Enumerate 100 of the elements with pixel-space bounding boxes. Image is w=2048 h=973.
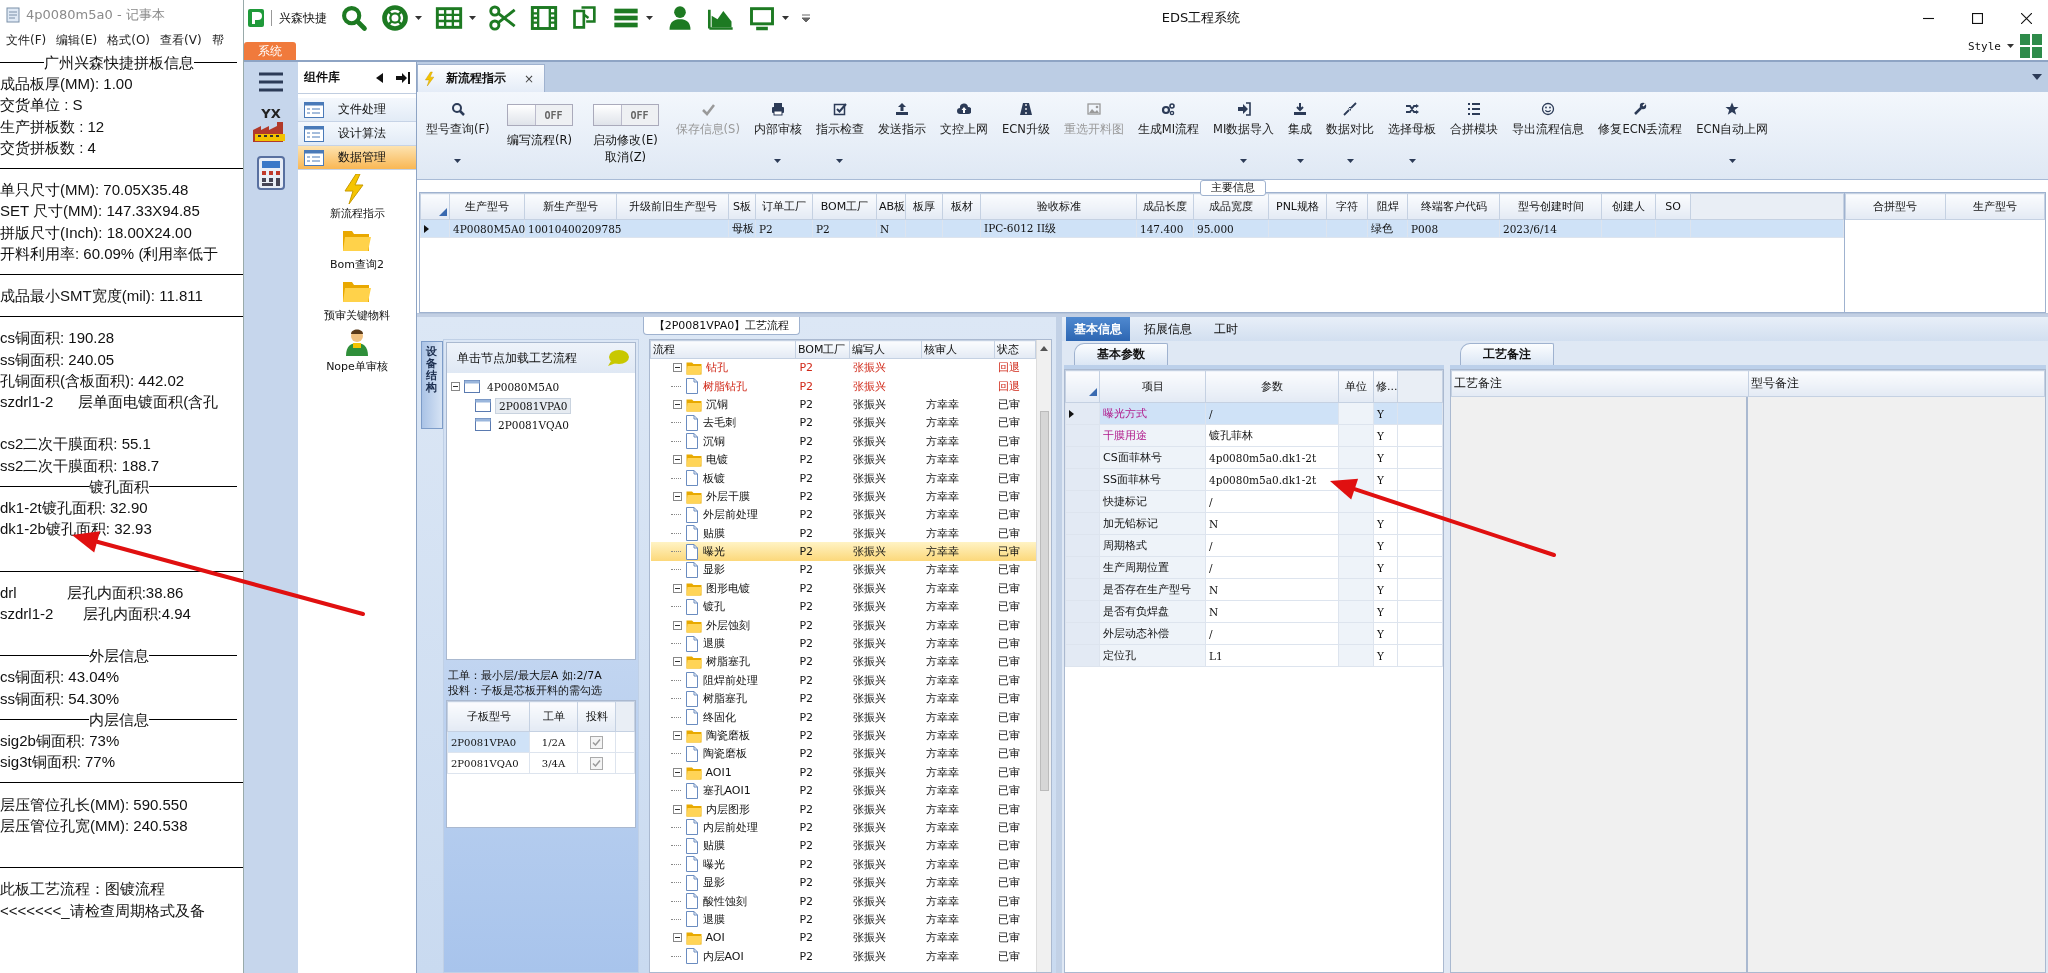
caret-icon[interactable] [1346, 159, 1354, 163]
category-item[interactable]: 数据管理 [298, 146, 416, 170]
maximize-icon[interactable] [1972, 12, 1983, 24]
flow-row[interactable]: 显影 P2 张振兴 方幸幸 已审 [650, 560, 1036, 580]
table-row[interactable]: SS面菲林号 4p0080m5a0.dk1-2t Y [1065, 468, 1443, 491]
collapse-box-icon[interactable] [672, 767, 682, 777]
close-tab-button[interactable]: × [524, 71, 535, 86]
ribbon-button[interactable]: 数据对比 [1319, 100, 1382, 165]
flow-row[interactable]: 陶瓷磨板 P2 张振兴 方幸幸 已审 [650, 744, 1036, 764]
flow-row[interactable]: 电镀 P2 张振兴 方幸幸 已审 [650, 450, 1036, 469]
column-header[interactable]: 修... [1373, 370, 1398, 403]
caret-icon[interactable] [836, 159, 844, 163]
caret-icon[interactable] [646, 16, 653, 20]
toggle-label[interactable]: 编写流程(R) [507, 132, 573, 149]
column-header[interactable]: 核审人 [921, 340, 995, 359]
ribbon-button[interactable]: 文控上网 [932, 100, 995, 139]
flow-row[interactable]: 贴膜 P2 张振兴 方幸幸 已审 [650, 836, 1036, 856]
menu-item[interactable]: 格式(O) [107, 31, 151, 49]
ribbon-button[interactable]: MI数据导入 [1206, 100, 1282, 165]
flow-row[interactable]: 内层前处理 P2 张振兴 方幸幸 已审 [650, 818, 1036, 837]
ribbon-button[interactable]: 型号查询(F) [419, 100, 497, 165]
caret-icon[interactable] [2007, 44, 2014, 48]
column-header[interactable]: 生产型号 [1945, 193, 2045, 220]
flow-row[interactable]: AOI1 P2 张振兴 方幸幸 已审 [650, 763, 1036, 782]
column-header[interactable]: S板 [728, 193, 756, 220]
column-header[interactable]: 状态 [994, 340, 1036, 359]
ribbon-menu-caret-icon[interactable] [2032, 74, 2042, 80]
ribbon-button[interactable]: ECN升级 [994, 100, 1057, 139]
ribbon-button[interactable]: 指示检查 [808, 100, 871, 165]
table-row[interactable]: 是否存在生产型号 N Y [1065, 578, 1443, 601]
lifebuoy-icon[interactable] [381, 4, 409, 32]
caret-icon[interactable] [454, 159, 462, 163]
checkbox[interactable] [590, 756, 603, 770]
flow-row[interactable]: 塞孔AOI1 P2 张振兴 方幸幸 已审 [650, 781, 1036, 800]
ribbon-button[interactable]: 生成MI流程 [1130, 100, 1207, 139]
menu-item[interactable]: 查看(V) [160, 31, 202, 49]
column-header[interactable]: 型号备注 [1748, 370, 2045, 397]
ribbon-button[interactable]: 集成 [1281, 100, 1320, 165]
table-row[interactable]: 加无铅标记 N Y [1065, 512, 1443, 535]
tab[interactable]: 工时 [1206, 317, 1246, 341]
tool-item[interactable]: 预审关键物料 [298, 272, 416, 323]
search-icon[interactable] [340, 4, 368, 32]
column-header[interactable]: PNL规格 [1268, 193, 1327, 220]
ribbon-button[interactable]: ECN自动上网 [1689, 100, 1776, 165]
column-header[interactable]: BOM工厂 [812, 193, 877, 220]
checkbox[interactable] [590, 735, 603, 749]
toggle-switch[interactable]: OFF [592, 104, 659, 126]
flow-row[interactable]: 内层图形 P2 张振兴 方幸幸 已审 [650, 799, 1036, 819]
caret-icon[interactable] [782, 16, 789, 20]
flow-row[interactable]: 曝光 P2 张振兴 方幸幸 已审 [650, 855, 1036, 874]
ribbon-button[interactable]: 导出流程信息 [1505, 100, 1592, 139]
menu-icon[interactable] [257, 70, 285, 94]
flow-row[interactable]: 树脂钻孔 P2 张振兴 回退 [650, 376, 1036, 396]
column-header[interactable]: 板材 [942, 193, 981, 220]
table-row[interactable]: 干膜用途 镀孔菲林 Y [1065, 424, 1443, 447]
collapse-box-icon[interactable] [672, 583, 682, 593]
dock-icon[interactable] [396, 71, 410, 84]
collapse-left-icon[interactable] [376, 72, 384, 83]
collapse-box-icon[interactable] [672, 731, 682, 740]
category-item[interactable]: 设计算法 [298, 122, 416, 146]
monitor-icon[interactable] [748, 4, 776, 32]
flow-row[interactable]: AOI P2 张振兴 方幸幸 已审 [650, 928, 1036, 947]
caret-icon[interactable] [1728, 159, 1736, 163]
ribbon-button[interactable]: 合拼模块 [1443, 100, 1506, 139]
flow-row[interactable]: 陶瓷磨板 P2 张振兴 方幸幸 已审 [650, 726, 1036, 745]
flow-row[interactable]: 板镀 P2 张振兴 方幸幸 已审 [650, 468, 1036, 488]
table-icon[interactable] [435, 4, 463, 32]
calculator-icon[interactable] [256, 156, 286, 190]
column-header[interactable]: 升级前旧生产型号 [616, 193, 729, 220]
column-header[interactable]: 编写人 [849, 340, 922, 359]
tree-node[interactable]: 2P0081VPA0 [495, 397, 572, 414]
flow-row[interactable]: 内层AOI P2 张振兴 方幸幸 已审 [650, 947, 1036, 966]
tool-item[interactable]: Bom查询2 [298, 221, 416, 272]
scroll-thumb[interactable] [1039, 411, 1049, 791]
toggle-label[interactable]: 启动修改(E) 取消(Z) [593, 132, 658, 166]
collapse-box-icon[interactable] [672, 455, 682, 465]
collapse-box-icon[interactable] [672, 620, 682, 630]
table-row[interactable]: 生产周期位置 / Y [1065, 556, 1443, 579]
tab[interactable]: 工艺备注 [1460, 343, 1554, 365]
column-header[interactable]: 合拼型号 [1845, 193, 1945, 220]
customize-caret-icon[interactable] [802, 14, 810, 22]
column-header[interactable]: 创建人 [1601, 193, 1656, 220]
collapse-box-icon[interactable] [672, 933, 682, 943]
column-header[interactable]: 流程 [650, 340, 796, 359]
menu-item[interactable]: 文件(F) [6, 31, 47, 49]
style-menu[interactable]: Style [1967, 39, 2001, 53]
collapse-box-icon[interactable] [672, 657, 682, 667]
flow-row[interactable]: 镀孔 P2 张振兴 方幸幸 已审 [650, 597, 1036, 616]
flow-row[interactable]: 贴膜 P2 张振兴 方幸幸 已审 [650, 524, 1036, 543]
column-header[interactable]: 工单 [529, 701, 578, 732]
column-header[interactable]: 生产型号 [449, 193, 525, 220]
column-header[interactable]: 项目 [1099, 370, 1206, 403]
table-cell[interactable]: 2P0081VPA0 [447, 731, 530, 753]
table-row[interactable]: 定位孔 L1 Y [1065, 644, 1443, 667]
tab[interactable]: 拓展信息 [1136, 317, 1200, 341]
column-header[interactable]: BOM工厂 [795, 340, 850, 359]
column-header[interactable]: 验收标准 [980, 193, 1137, 220]
tab[interactable]: 基本参数 [1074, 343, 1168, 365]
flow-row[interactable]: 外层干膜 P2 张振兴 方幸幸 已审 [650, 487, 1036, 506]
column-header[interactable]: 子板型号 [447, 701, 530, 732]
